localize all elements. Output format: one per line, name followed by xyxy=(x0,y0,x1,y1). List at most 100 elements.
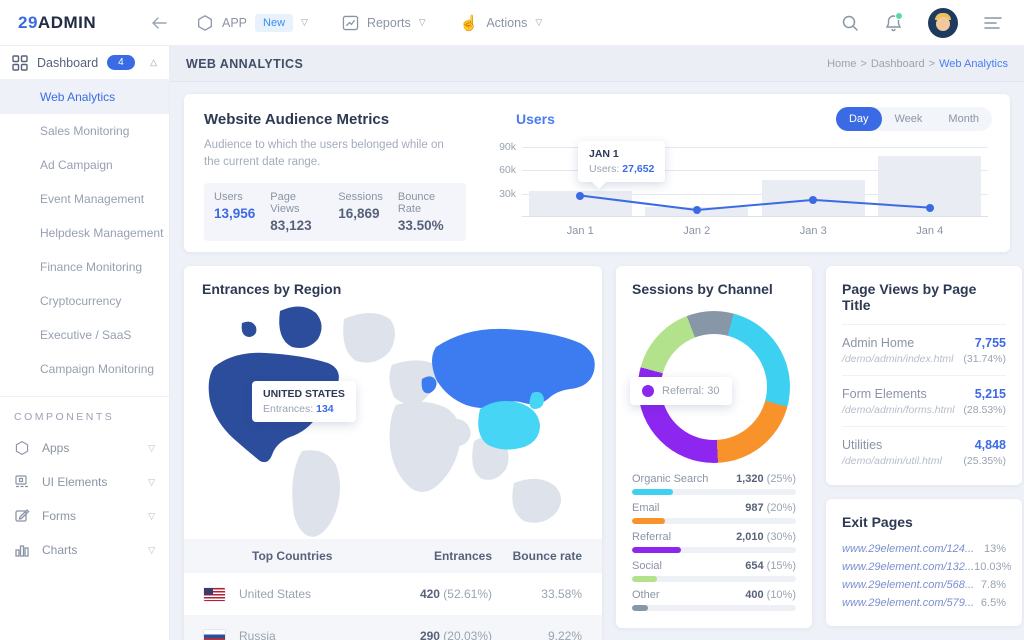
exit-page-link[interactable]: www.29element.com/579... xyxy=(842,597,974,609)
chevron-down-icon: ▽ xyxy=(148,545,155,556)
referral-color-dot xyxy=(642,385,654,397)
navbar-right-group xyxy=(841,8,1024,38)
legend-progress-track xyxy=(632,489,796,495)
page-title: WEB ANNALYTICS xyxy=(186,57,303,71)
sidebar-item-finance-monitoring[interactable]: Finance Monitoring xyxy=(0,250,169,284)
audience-title: Website Audience Metrics xyxy=(204,111,466,128)
legend-progress-fill xyxy=(632,576,657,582)
audience-metrics-card: Website Audience Metrics Audience to whi… xyxy=(184,94,1010,252)
legend-progress-track xyxy=(632,605,796,611)
menu-reports[interactable]: Reports ▽ xyxy=(342,15,426,31)
range-button-week[interactable]: Week xyxy=(882,107,936,131)
menu-actions[interactable]: ☝ Actions ▽ xyxy=(460,14,543,32)
user-avatar[interactable] xyxy=(928,8,958,38)
x-axis-label: Jan 4 xyxy=(872,225,989,237)
exit-page-link[interactable]: www.29element.com/568... xyxy=(842,579,974,591)
countries-table-body: United States420 (52.61%)33.58%Russia290… xyxy=(184,573,602,640)
world-map[interactable]: UNITED STATES Entrances: 134 xyxy=(184,301,602,539)
legend-item-other[interactable]: Other400 (10%) xyxy=(632,589,796,611)
chevron-down-icon: ▽ xyxy=(148,511,155,522)
main-area: WEB ANNALYTICS Home>Dashboard>Web Analyt… xyxy=(170,46,1024,640)
hexagon-icon xyxy=(196,14,214,32)
pageview-item[interactable]: Form Elements/demo/admin/forms.html5,215… xyxy=(842,376,1006,427)
dashboard-row-2: Entrances by Region xyxy=(184,266,1010,640)
sidebar-item-forms[interactable]: Forms▽ xyxy=(0,499,169,533)
users-line-chart[interactable]: JAN 1 Users: 27,652 90k60k30k xyxy=(522,147,988,217)
menu-app[interactable]: APP New ▽ xyxy=(196,14,308,32)
table-row[interactable]: Russia290 (20.03%)9.22% xyxy=(184,615,602,640)
stat-users: Users 13,956 xyxy=(214,191,255,233)
menu-reports-label: Reports xyxy=(367,16,411,30)
pageview-item[interactable]: Admin Home/demo/admin/index.html7,755(31… xyxy=(842,325,1006,376)
data-point[interactable] xyxy=(576,192,584,200)
content: Website Audience Metrics Audience to whi… xyxy=(170,82,1024,640)
chevron-down-icon: ▽ xyxy=(148,477,155,488)
notifications-bell-icon[interactable] xyxy=(885,14,902,32)
data-point[interactable] xyxy=(926,204,934,212)
sessions-donut-chart[interactable]: Referral: 30 xyxy=(638,311,790,463)
edit-icon xyxy=(14,508,30,524)
pageviews-list: Admin Home/demo/admin/index.html7,755(31… xyxy=(842,325,1006,477)
sidebar-item-event-management[interactable]: Event Management xyxy=(0,182,169,216)
table-row[interactable]: United States420 (52.61%)33.58% xyxy=(184,573,602,615)
range-button-month[interactable]: Month xyxy=(935,107,992,131)
menu-actions-label: Actions xyxy=(486,16,527,30)
legend-progress-track xyxy=(632,547,796,553)
sidebar-item-cryptocurrency[interactable]: Cryptocurrency xyxy=(0,284,169,318)
sidebar-item-dashboard[interactable]: Dashboard 4 △ xyxy=(0,46,169,80)
exit-page-link[interactable]: www.29element.com/124... xyxy=(842,543,974,555)
pageview-item[interactable]: Utilities/demo/admin/util.html4,848(25.3… xyxy=(842,427,1006,477)
sessions-legend: Organic Search1,320 (25%) Email987 (20%) R… xyxy=(632,473,796,611)
legend-item-email[interactable]: Email987 (20%) xyxy=(632,502,796,524)
breadcrumb-home[interactable]: Home xyxy=(827,58,856,70)
map-tooltip: UNITED STATES Entrances: 134 xyxy=(252,381,356,422)
sidebar-dashboard-submenu: Web AnalyticsSales MonitoringAd Campaign… xyxy=(0,80,169,386)
sidebar-item-executive-saas[interactable]: Executive / SaaS xyxy=(0,318,169,352)
legend-progress-fill xyxy=(632,547,681,553)
chart-x-axis-labels: Jan 1Jan 2Jan 3Jan 4 xyxy=(522,225,988,237)
x-axis-label: Jan 2 xyxy=(639,225,756,237)
dashboard-grid-icon xyxy=(12,55,28,71)
audience-description: Audience to which the users belonged whi… xyxy=(204,137,454,172)
range-button-day[interactable]: Day xyxy=(836,107,882,131)
sidebar-item-ui-elements[interactable]: UI Elements▽ xyxy=(0,465,169,499)
exit-page-row: www.29element.com/132...10.03% xyxy=(842,558,1006,576)
app-logo[interactable]: 29ADMIN xyxy=(0,13,150,33)
sidebar-item-apps[interactable]: Apps▽ xyxy=(0,431,169,465)
sidebar-item-helpdesk-management[interactable]: Helpdesk Management xyxy=(0,216,169,250)
notification-dot xyxy=(895,12,903,20)
sidebar-item-sales-monitoring[interactable]: Sales Monitoring xyxy=(0,114,169,148)
sidebar-item-campaign-monitoring[interactable]: Campaign Monitoring xyxy=(0,352,169,386)
sidebar-item-ad-campaign[interactable]: Ad Campaign xyxy=(0,148,169,182)
align-menu-icon[interactable] xyxy=(984,16,1002,30)
legend-item-organic-search[interactable]: Organic Search1,320 (25%) xyxy=(632,473,796,495)
menu-app-badge: New xyxy=(255,14,293,32)
sidebar-item-charts[interactable]: Charts▽ xyxy=(0,533,169,567)
stat-sessions: Sessions 16,869 xyxy=(338,191,383,233)
y-axis-tick: 60k xyxy=(490,164,516,176)
countries-table-header: Top Countries Entrances Bounce rate xyxy=(184,539,602,573)
sidebar-item-web-analytics[interactable]: Web Analytics xyxy=(0,80,169,114)
dashboard-label: Dashboard xyxy=(37,56,98,70)
sidebar-components-menu: Apps▽UI Elements▽Forms▽Charts▽ xyxy=(0,431,169,567)
exit-page-link[interactable]: www.29element.com/132... xyxy=(842,561,974,573)
breadcrumb-dashboard[interactable]: Dashboard xyxy=(871,58,925,70)
users-chart-panel: Users Day Week Month JAN 1 Users: 27,652… xyxy=(480,94,1010,252)
legend-progress-fill xyxy=(632,605,648,611)
logo-rest: ADMIN xyxy=(38,13,96,32)
chevron-down-icon: ▽ xyxy=(148,443,155,454)
audience-stats-row: Users 13,956 Page Views 83,123 Sessions … xyxy=(204,183,466,241)
sidebar-collapse-icon[interactable] xyxy=(150,15,170,31)
legend-item-referral[interactable]: Referral2,010 (30%) xyxy=(632,531,796,553)
stat-page-views: Page Views 83,123 xyxy=(270,191,323,233)
x-axis-label: Jan 1 xyxy=(522,225,639,237)
hand-pointer-icon: ☝ xyxy=(460,14,479,32)
search-icon[interactable] xyxy=(841,14,859,32)
legend-item-social[interactable]: Social654 (15%) xyxy=(632,560,796,582)
data-point[interactable] xyxy=(809,196,817,204)
right-column: Page Views by Page Title Admin Home/demo… xyxy=(826,266,1022,626)
data-point[interactable] xyxy=(693,206,701,214)
chevron-down-icon: ▽ xyxy=(419,17,426,28)
legend-progress-fill xyxy=(632,518,665,524)
world-map-svg xyxy=(184,301,602,539)
